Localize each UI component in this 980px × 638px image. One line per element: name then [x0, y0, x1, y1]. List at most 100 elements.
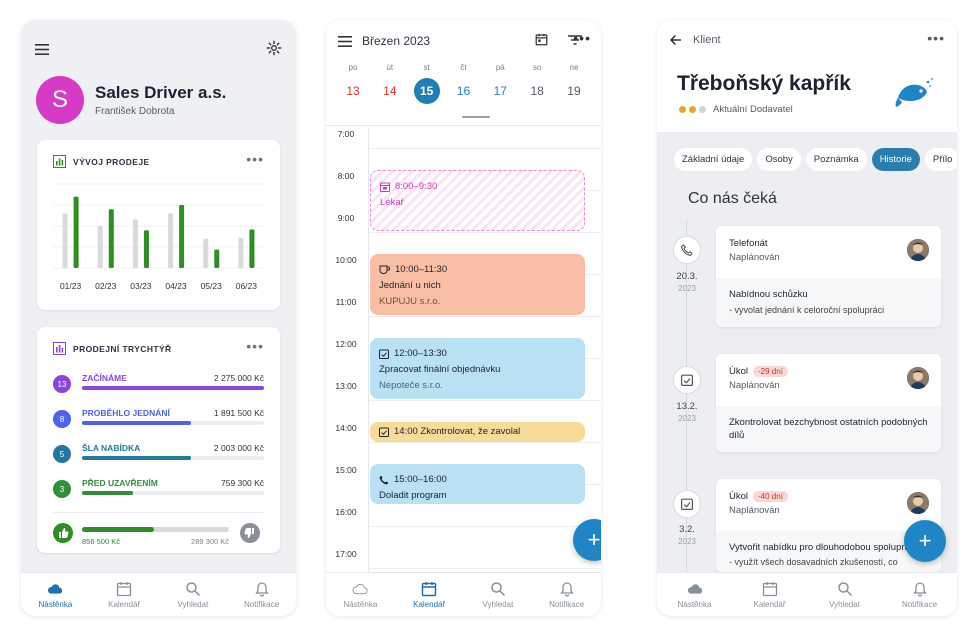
task-card[interactable]: Úkol -40 dní Naplánován Vytvořit nabídku … [716, 479, 941, 572]
day-13[interactable]: po 13 [336, 63, 370, 104]
calendar-screen: Březen 2023 ••• po 13 út 14 st 15 čt 16 pá 17 so 18… [326, 20, 601, 616]
nav-search[interactable]: Vyhledat [464, 573, 533, 616]
tab-0[interactable]: Základní údaje [674, 148, 753, 171]
calendar-today-icon[interactable] [535, 33, 548, 46]
cloud-icon [352, 583, 368, 594]
funnel-row[interactable]: 3 PŘED UZAVŘENÍM 759 300 Kč [53, 478, 264, 504]
event-title: Zpracovat finální objednávku [379, 364, 501, 375]
day-17[interactable]: pá 17 [483, 63, 517, 104]
nav-dashboard[interactable]: Nástěnka [326, 573, 395, 616]
funnel-row[interactable]: 5 ŠLA NABÍDKA 2 003 000 Kč [53, 443, 264, 469]
event-check-call[interactable]: 14:00 Zkontrolovat, že zavolal [370, 422, 585, 442]
nav-notifications[interactable]: Notifikace [532, 573, 601, 616]
hour-label: 9:00 [337, 213, 355, 223]
calendar-small-icon [380, 182, 390, 192]
add-task-button[interactable]: + [904, 520, 946, 562]
nav-dashboard[interactable]: Nástěnka [657, 573, 732, 616]
bottom-nav: Nástěnka Kalendář Vyhledat Notifikace [657, 572, 957, 616]
assignee-avatar [907, 492, 929, 514]
cloud-icon [687, 583, 702, 594]
bar-06/23-1 [249, 229, 255, 268]
bell-icon [559, 581, 574, 597]
gear-icon[interactable] [266, 40, 282, 56]
client-status: Aktuální Dodavatel [679, 104, 793, 115]
section-title: Co nás čeká [688, 190, 777, 207]
bar-05/23-1 [214, 249, 220, 268]
avatar[interactable]: S [36, 76, 84, 124]
menu-icon[interactable] [35, 44, 49, 55]
weekday-label: so [532, 63, 542, 72]
event-time: 8:00–9:30 [395, 181, 438, 192]
event-order[interactable]: 12:00–13:30 Zpracovat finální objednávku… [370, 338, 585, 399]
status-label: Aktuální Dodavatel [713, 104, 793, 115]
tab-3[interactable]: Historie [871, 148, 920, 171]
day-number: 19 [567, 84, 581, 98]
menu-icon[interactable] [338, 36, 352, 47]
funnel-row[interactable]: 8 PROBĚHLO JEDNÁNÍ 1 891 500 Kč [53, 408, 264, 434]
day-16[interactable]: čt 16 [446, 63, 480, 104]
task-subtext: - vyvolat jednání k celoroční spolupráci [729, 305, 885, 315]
client-screen: Klient ••• Třeboňský kapřík Aktuální Dod… [657, 20, 957, 616]
event-time: 10:00–11:30 [395, 264, 448, 275]
task-check-icon [379, 349, 389, 359]
funnel-stage-name: PŘED UZAVŘENÍM [82, 478, 158, 488]
nav-calendar[interactable]: Kalendář [732, 573, 807, 616]
nav-label: Nástěnka [343, 599, 378, 609]
event-doctor[interactable]: 8:00–9:30 Lékař [370, 170, 585, 231]
weekday-label: út [386, 63, 394, 72]
month-title[interactable]: Březen 2023 [362, 34, 430, 48]
hour-line [368, 316, 601, 317]
day-14[interactable]: út 14 [373, 63, 407, 104]
task-card[interactable]: Úkol -29 dní Naplánován Zkontrolovat bezc… [716, 354, 941, 452]
more-icon[interactable]: ••• [573, 30, 591, 46]
nav-notifications[interactable]: Notifikace [227, 573, 296, 616]
nav-label: Notifikace [901, 599, 938, 609]
calendar-header: Březen 2023 ••• po 13 út 14 st 15 čt 16 pá 17 so 18… [326, 20, 601, 126]
timeline-axis [368, 127, 369, 572]
event-title: Doladit program [379, 490, 447, 501]
funnel-stage-name: PROBĚHLO JEDNÁNÍ [82, 408, 170, 418]
user-name: František Dobrota [95, 106, 175, 117]
add-event-button[interactable]: + [573, 519, 601, 561]
task-type: Úkol [729, 491, 749, 502]
more-icon[interactable]: ••• [246, 151, 264, 167]
tab-2[interactable]: Poznámka [805, 148, 867, 171]
hour-label: 10:00 [335, 255, 357, 265]
nav-calendar[interactable]: Kalendář [90, 573, 159, 616]
nav-notifications[interactable]: Notifikace [882, 573, 957, 616]
nav-search[interactable]: Vyhledat [159, 573, 228, 616]
hour-line [368, 148, 601, 149]
bar-03/23-1 [143, 230, 149, 268]
bar-06/23-0 [238, 237, 244, 268]
assignee-avatar [907, 367, 929, 389]
funnel-bar [82, 421, 192, 425]
event-program[interactable]: 15:00–16:00 Doladit program [370, 464, 585, 504]
chart-icon [53, 155, 66, 168]
nav-label: Nástěnka [677, 599, 712, 609]
tab-4[interactable]: Přílo [924, 148, 957, 171]
day-19[interactable]: ne 19 [557, 63, 591, 104]
bar-chart-x-labels: 01/23 02/23 03/23 04/23 05/23 06/23 [53, 281, 264, 291]
nav-label: Notifikace [244, 599, 280, 609]
back-arrow-icon[interactable] [669, 34, 682, 46]
funnel-stage-value: 2 003 000 Kč [213, 443, 264, 453]
sales-bar-chart [53, 180, 264, 276]
funnel-row[interactable]: 13 ZAČÍNÁME 2 275 000 Kč [53, 373, 264, 399]
nav-calendar[interactable]: Kalendář [395, 573, 464, 616]
coffee-icon [379, 265, 390, 274]
search-icon [186, 581, 200, 596]
nav-search[interactable]: Vyhledat [807, 573, 882, 616]
nav-label: Nástěnka [38, 599, 73, 609]
tab-1[interactable]: Osoby [757, 148, 801, 171]
nav-dashboard[interactable]: Nástěnka [21, 573, 90, 616]
day-18[interactable]: so 18 [520, 63, 554, 104]
more-icon[interactable]: ••• [927, 30, 945, 46]
day-15[interactable]: st 15 [410, 63, 444, 104]
nav-label: Kalendář [753, 599, 786, 609]
task-card[interactable]: Telefonát Naplánován Nabídnou schůzku - … [716, 226, 941, 327]
more-icon[interactable]: ••• [246, 338, 264, 354]
won-lost-row: 856 500 Kč 289 300 Kč [53, 512, 264, 546]
nav-label: Vyhledat [482, 599, 514, 609]
dashboard-screen: S Sales Driver a.s. František Dobrota VÝ… [21, 20, 296, 616]
event-meeting[interactable]: 10:00–11:30 Jednání u nich KUPUJU s.r.o. [370, 254, 585, 315]
